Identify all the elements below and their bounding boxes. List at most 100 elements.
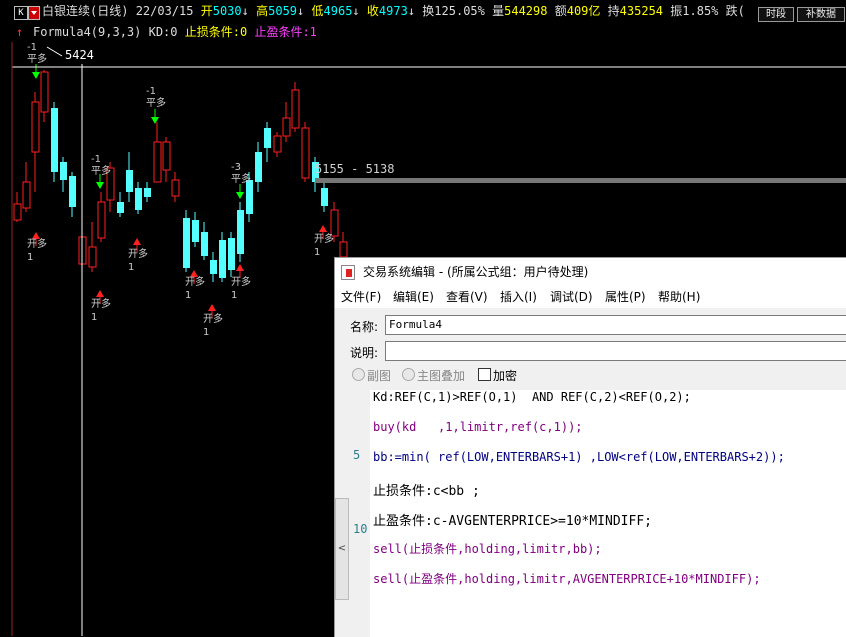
formula-name[interactable]: Formula4(9,3,3) — [33, 25, 141, 39]
period-dropdown-icon[interactable] — [28, 6, 40, 20]
signal-count: -3 — [231, 162, 241, 173]
candle-body — [162, 141, 171, 171]
desc-label: 说明: — [350, 346, 379, 360]
candle-body — [282, 117, 291, 137]
app-icon — [341, 265, 355, 280]
down-arrow-icon: ↓ — [241, 4, 249, 18]
signal-count: 1 — [231, 290, 237, 301]
signal-label: 开多 — [231, 275, 251, 288]
dialog-titlebar[interactable]: 交易系统编辑 - (所属公式组：用户待处理) — [335, 258, 846, 286]
quote-date: 22/03/15 — [135, 4, 194, 18]
sell-arrow-icon — [151, 117, 159, 124]
close-value: 4973 — [378, 4, 408, 18]
trading-system-editor-dialog[interactable]: 交易系统编辑 - (所属公式组：用户待处理) 文件(F) 编辑(E) 查看(V)… — [334, 257, 846, 637]
candle-body — [264, 128, 271, 148]
menu-edit[interactable]: 编辑(E) — [393, 286, 434, 308]
candle-body — [144, 188, 151, 197]
code-line[interactable]: sell(止盈条件,holding,limitr,AVGENTERPRICE+1… — [373, 570, 761, 587]
candle-body — [219, 240, 226, 278]
candle-body — [60, 162, 67, 180]
code-line[interactable]: Kd:REF(C,1)>REF(O,1) AND REF(C,2)<REF(O,… — [373, 390, 691, 404]
kd-value: KD:0 — [148, 25, 178, 39]
candle-body — [97, 201, 106, 239]
candle-body — [135, 188, 142, 210]
amplitude-label: 振 — [670, 4, 683, 18]
signal-label: 开多 — [185, 275, 205, 288]
subchart-radio[interactable] — [352, 368, 365, 381]
code-line[interactable]: 止盈条件:c-AVGENTERPRICE>=10*MINDIFF; — [373, 510, 652, 529]
high-label: 高 — [256, 4, 269, 18]
menu-insert[interactable]: 插入(I) — [500, 286, 537, 308]
code-editor[interactable]: 5 10 Kd:REF(C,1)>REF(O,1) AND REF(C,2)<R… — [350, 390, 846, 637]
candle-body — [153, 141, 162, 183]
signal-label: 开多 — [128, 247, 148, 260]
candle-body — [40, 71, 49, 113]
up-arrow-icon: ↑ — [16, 25, 24, 39]
candle-body — [201, 232, 208, 256]
menu-debug[interactable]: 调试(D) — [550, 286, 593, 308]
sell-arrow-icon — [236, 192, 244, 199]
formula-bar: ↑ Formula4(9,3,3) KD:0 止损条件:0 止盈条件:1 — [0, 22, 846, 42]
encrypt-checkbox-label: 加密 — [493, 369, 518, 383]
signal-label: 平多 — [27, 52, 47, 65]
crosshair-price-label: 5424 — [65, 48, 94, 62]
signal-count: -1 — [146, 86, 156, 97]
signal-label: 开多 — [91, 297, 111, 310]
signal-count: 1 — [185, 290, 191, 301]
amount-value: 409亿 — [566, 4, 601, 18]
timeframe-button[interactable]: 时段 — [758, 7, 794, 22]
period-k-button[interactable]: K — [14, 6, 28, 20]
menu-file[interactable]: 文件(F) — [341, 286, 381, 308]
down-arrow-icon: ↓ — [352, 4, 360, 18]
code-line[interactable]: sell(止损条件,holding,limitr,bb); — [373, 540, 602, 557]
name-input[interactable]: Formula4 — [385, 315, 846, 335]
signal-count: 1 — [27, 252, 33, 263]
signal-count: -1 — [91, 154, 101, 165]
collapse-panel-button[interactable]: < — [335, 498, 349, 600]
turnover-value: 125.05% — [434, 4, 485, 18]
candle-body — [237, 210, 244, 254]
signal-label: 平多 — [91, 164, 111, 177]
dialog-title: 交易系统编辑 - (所属公式组：用户待处理) — [363, 265, 589, 279]
candle-body — [31, 101, 40, 153]
down-arrow-icon: ↓ — [407, 4, 416, 18]
fill-data-button[interactable]: 补数据 — [797, 7, 845, 22]
subchart-radio-label: 副图 — [367, 369, 392, 383]
signal-label: 开多 — [27, 237, 47, 250]
buy-arrow-icon — [208, 304, 216, 311]
signal-count: -1 — [27, 42, 37, 53]
range-label: 5155 - 5138 — [315, 162, 394, 176]
code-line[interactable]: 止损条件:c<bb ; — [373, 480, 480, 499]
encrypt-checkbox[interactable] — [478, 368, 491, 381]
amount-label: 额 — [554, 4, 567, 18]
candle-body — [321, 188, 328, 206]
code-line[interactable]: buy(kd ,1,limitr,ref(c,1)); — [373, 420, 583, 434]
candle-body — [117, 202, 124, 213]
buy-arrow-icon — [96, 290, 104, 297]
candle-body — [246, 180, 253, 214]
down-arrow-icon: ↓ — [297, 4, 305, 18]
volume-value: 544298 — [504, 4, 548, 18]
menu-bar: 文件(F) 编辑(E) 查看(V) 插入(I) 调试(D) 属性(P) 帮助(H… — [335, 286, 846, 308]
buy-arrow-icon — [32, 232, 40, 239]
symbol-name: 白银连续(日线) — [42, 4, 129, 18]
candle-body — [291, 89, 300, 129]
desc-input[interactable] — [385, 341, 846, 361]
signal-count: 1 — [314, 247, 320, 258]
signal-label: 平多 — [146, 96, 166, 109]
mainchart-radio[interactable] — [402, 368, 415, 381]
hold-label: 持 — [607, 4, 620, 18]
candle-body — [51, 108, 58, 172]
menu-properties[interactable]: 属性(P) — [605, 286, 646, 308]
signal-count: 1 — [203, 327, 209, 338]
fall-label: 跌( — [725, 4, 745, 18]
candle-body — [301, 127, 310, 179]
candles — [13, 70, 348, 282]
menu-view[interactable]: 查看(V) — [446, 286, 488, 308]
menu-help[interactable]: 帮助(H) — [658, 286, 700, 308]
signal-count: 1 — [128, 262, 134, 273]
signal-label: 开多 — [314, 232, 334, 245]
buy-arrow-icon — [236, 264, 244, 271]
amplitude-value: 1.85% — [682, 4, 719, 18]
code-line[interactable]: bb:=min( ref(LOW,ENTERBARS+1) ,LOW<ref(L… — [373, 450, 785, 464]
